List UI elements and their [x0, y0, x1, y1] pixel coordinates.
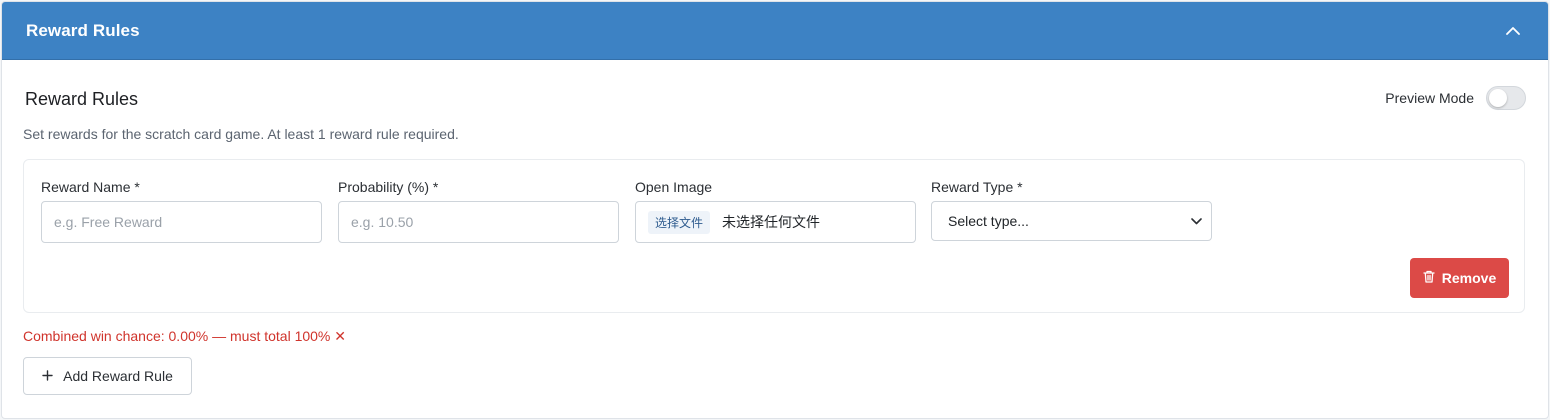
open-image-label: Open Image	[635, 179, 713, 195]
toggle-knob	[1489, 89, 1507, 107]
reward-type-label: Reward Type *	[931, 179, 1023, 195]
chevron-down-icon	[1190, 215, 1202, 227]
reward-name-field: Reward Name *	[41, 179, 322, 243]
plus-icon	[42, 368, 53, 384]
reward-name-label: Reward Name *	[41, 179, 140, 195]
remove-button[interactable]: Remove	[1410, 258, 1509, 298]
probability-warning: Combined win chance: 0.00% — must total …	[23, 328, 347, 344]
panel-title: Reward Rules	[26, 20, 140, 40]
trash-icon	[1423, 270, 1435, 286]
reward-type-field: Reward Type * Select type...	[931, 179, 1212, 241]
reward-type-select[interactable]: Select type...	[931, 201, 1212, 241]
choose-file-button[interactable]: 选择文件	[648, 210, 711, 234]
reward-type-value: Select type...	[948, 213, 1029, 229]
remove-label: Remove	[1441, 270, 1497, 286]
file-status: 未选择任何文件	[722, 215, 821, 231]
file-input[interactable]: 选择文件 未选择任何文件	[635, 201, 916, 243]
add-reward-rule-button[interactable]: Add Reward Rule	[23, 357, 192, 395]
preview-mode: Preview Mode	[1385, 86, 1526, 110]
panel-header[interactable]: Reward Rules	[2, 2, 1548, 60]
open-image-field: Open Image 选择文件 未选择任何文件	[635, 179, 916, 243]
chevron-up-icon[interactable]	[1502, 20, 1524, 42]
section-title: Reward Rules	[25, 89, 139, 109]
section-description: Set rewards for the scratch card game. A…	[23, 126, 459, 142]
preview-mode-label: Preview Mode	[1385, 90, 1474, 106]
probability-label: Probability (%) *	[338, 179, 439, 195]
reward-name-input[interactable]	[41, 201, 322, 243]
reward-rule-card: Reward Name * Probability (%) * Open Ima…	[23, 159, 1525, 313]
probability-field: Probability (%) *	[338, 179, 619, 243]
add-reward-rule-label: Add Reward Rule	[63, 368, 173, 384]
probability-input[interactable]	[338, 201, 619, 243]
preview-mode-toggle[interactable]	[1486, 86, 1526, 110]
